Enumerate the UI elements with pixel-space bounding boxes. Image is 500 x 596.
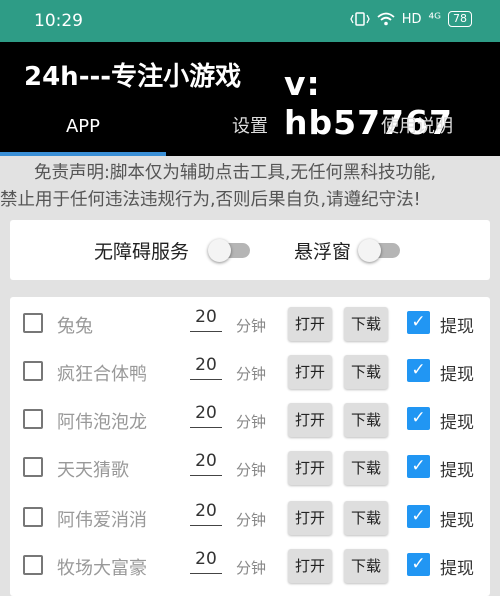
minutes-unit: 分钟 [236,365,267,383]
disclaimer-line-2: 禁止用于任何违法违规行为,否则后果自负,请遵纪守法! [0,190,421,210]
status-icons: HD ⁴ᴳ 78 [350,11,472,27]
minutes-unit: 分钟 [236,413,267,431]
app-title: 24h---专注小游戏 [24,62,242,92]
accessibility-service-label: 无障碍服务 [94,241,190,263]
open-button[interactable]: 打开 [288,403,332,437]
tab-indicator [0,152,166,156]
game-select-checkbox[interactable] [23,507,43,527]
accessibility-service-switch[interactable] [208,239,252,262]
minutes-input[interactable]: 20 [190,549,222,574]
withdraw-checkbox[interactable]: ✓ [407,455,430,478]
checkmark-icon: ✓ [411,360,426,380]
minutes-input[interactable]: 20 [190,451,222,476]
checkmark-icon: ✓ [411,456,426,476]
withdraw-label: 提现 [440,413,474,433]
checkmark-icon: ✓ [411,506,426,526]
wifi-icon [377,12,395,26]
download-button[interactable]: 下载 [344,501,388,535]
open-button[interactable]: 打开 [288,451,332,485]
download-button[interactable]: 下载 [344,403,388,437]
game-list: 兔兔 20 分钟 打开 下载 ✓ 提现 疯狂合体鸭 20 分钟 打开 下载 ✓ … [10,297,490,596]
battery-icon: 78 [448,11,472,27]
signal-icon: ⁴ᴳ [428,11,441,27]
game-select-checkbox[interactable] [23,555,43,575]
game-row: 疯狂合体鸭 20 分钟 打开 下载 ✓ 提现 [10,347,490,395]
minutes-input[interactable]: 20 [190,501,222,526]
checkmark-icon: ✓ [411,554,426,574]
game-name: 兔兔 [57,316,93,337]
checkmark-icon: ✓ [411,312,426,332]
minutes-unit: 分钟 [236,559,267,577]
withdraw-checkbox[interactable]: ✓ [407,311,430,334]
withdraw-checkbox[interactable]: ✓ [407,505,430,528]
withdraw-label: 提现 [440,365,474,385]
tab-settings[interactable]: 设置 [167,104,333,150]
game-name: 天天猜歌 [57,460,129,481]
tab-instructions[interactable]: 使用说明 [334,104,500,150]
game-name: 疯狂合体鸭 [57,364,147,385]
withdraw-checkbox[interactable]: ✓ [407,359,430,382]
withdraw-label: 提现 [440,511,474,531]
game-select-checkbox[interactable] [23,313,43,333]
download-button[interactable]: 下载 [344,307,388,341]
app-header: 24h---专注小游戏 v: hb57767 APP 设置 使用说明 [0,42,500,156]
open-button[interactable]: 打开 [288,307,332,341]
vibrate-icon [350,12,370,26]
game-select-checkbox[interactable] [23,457,43,477]
minutes-unit: 分钟 [236,461,267,479]
download-button[interactable]: 下载 [344,451,388,485]
download-button[interactable]: 下载 [344,355,388,389]
tab-bar: APP 设置 使用说明 [0,104,500,156]
withdraw-checkbox[interactable]: ✓ [407,407,430,430]
hd-label: HD [401,11,422,27]
status-time: 10:29 [34,11,83,31]
open-button[interactable]: 打开 [288,549,332,583]
open-button[interactable]: 打开 [288,355,332,389]
disclaimer-line-1: 免责声明:脚本仅为辅助点击工具,无任何黑科技功能, [34,163,437,183]
withdraw-label: 提现 [440,461,474,481]
switch-thumb [208,239,231,262]
switch-thumb [358,239,381,262]
game-row: 天天猜歌 20 分钟 打开 下载 ✓ 提现 [10,443,490,491]
game-row: 兔兔 20 分钟 打开 下载 ✓ 提现 [10,299,490,347]
game-row: 阿伟爱消消 20 分钟 打开 下载 ✓ 提现 [10,493,490,541]
game-select-checkbox[interactable] [23,361,43,381]
game-name: 阿伟泡泡龙 [57,412,147,433]
floating-window-switch[interactable] [358,239,402,262]
game-name: 阿伟爱消消 [57,510,147,531]
checkmark-icon: ✓ [411,408,426,428]
game-select-checkbox[interactable] [23,409,43,429]
minutes-unit: 分钟 [236,511,267,529]
minutes-input[interactable]: 20 [190,403,222,428]
withdraw-checkbox[interactable]: ✓ [407,553,430,576]
minutes-unit: 分钟 [236,317,267,335]
withdraw-label: 提现 [440,317,474,337]
game-name: 牧场大富豪 [57,558,147,579]
disclaimer: 免责声明:脚本仅为辅助点击工具,无任何黑科技功能, 禁止用于任何违法违规行为,否… [0,160,500,214]
minutes-input[interactable]: 20 [190,307,222,332]
status-bar: 10:29 HD ⁴ᴳ 78 [0,0,500,42]
floating-window-label: 悬浮窗 [294,241,352,263]
minutes-input[interactable]: 20 [190,355,222,380]
withdraw-label: 提现 [440,559,474,579]
game-row: 阿伟泡泡龙 20 分钟 打开 下载 ✓ 提现 [10,395,490,443]
tab-app[interactable]: APP [0,104,166,150]
download-button[interactable]: 下载 [344,549,388,583]
open-button[interactable]: 打开 [288,501,332,535]
game-row: 牧场大富豪 20 分钟 打开 下载 ✓ 提现 [10,541,490,589]
toggle-card: 无障碍服务 悬浮窗 [10,220,490,280]
